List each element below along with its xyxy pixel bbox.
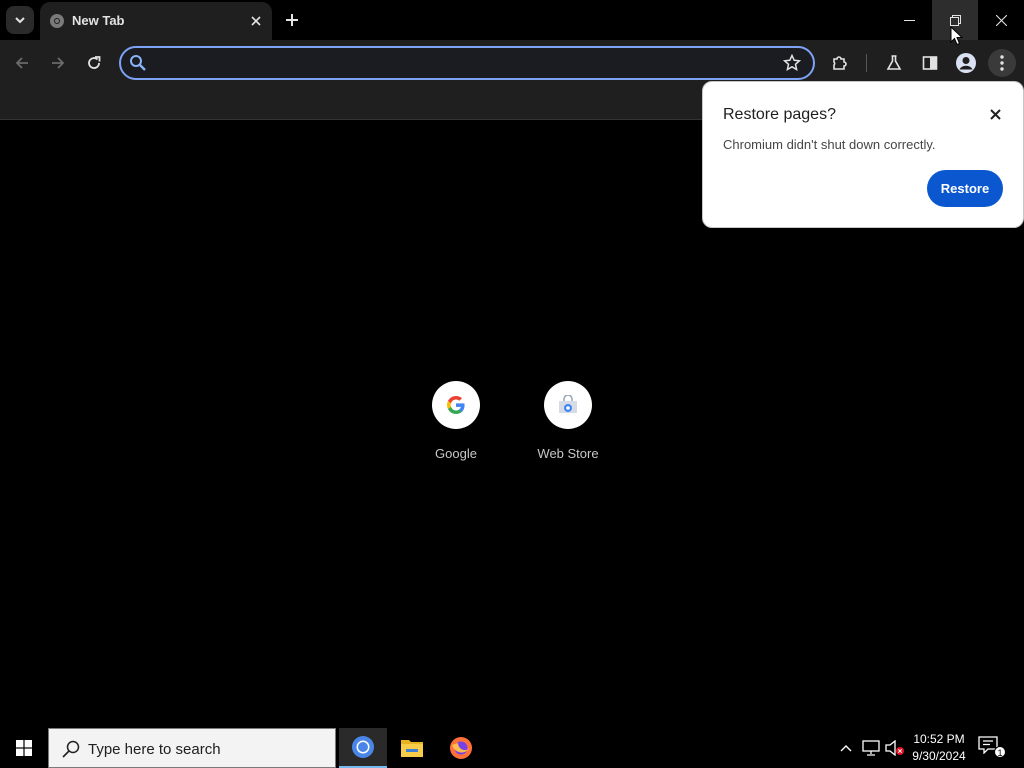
side-panel-icon: [922, 56, 938, 70]
close-window-button[interactable]: [978, 0, 1024, 40]
close-icon: [995, 14, 1007, 26]
minimize-icon: [903, 19, 915, 21]
dialog-close-button[interactable]: [985, 104, 1005, 124]
windows-logo-icon: [16, 740, 32, 756]
taskbar-app-chromium[interactable]: [339, 728, 387, 768]
toolbar-divider: [866, 54, 867, 72]
more-vert-icon: [1000, 55, 1004, 71]
close-icon: [251, 16, 261, 26]
avatar-icon: [956, 53, 976, 73]
volume-button[interactable]: [884, 728, 906, 768]
clock-date: 9/30/2024: [912, 749, 966, 763]
tab-new-tab[interactable]: New Tab: [40, 2, 272, 40]
clock-time: 10:52 PM: [913, 732, 965, 746]
shortcut-google[interactable]: Google: [400, 381, 512, 471]
profile-button[interactable]: [952, 49, 980, 77]
taskbar-clock[interactable]: 10:52 PM 9/30/2024: [906, 731, 972, 767]
tab-strip: New Tab: [0, 0, 1024, 40]
search-icon: [62, 740, 80, 758]
browser-toolbar: [0, 40, 1024, 86]
search-icon: [130, 55, 146, 71]
extensions-button[interactable]: [826, 49, 854, 77]
taskbar-search-box[interactable]: Type here to search: [48, 728, 336, 768]
side-panel-button[interactable]: [916, 49, 944, 77]
chevron-down-icon: [15, 17, 25, 24]
shortcut-label: Google: [435, 446, 477, 461]
show-hidden-icons-button[interactable]: [836, 728, 856, 768]
firefox-icon: [450, 737, 472, 759]
tab-close-button[interactable]: [246, 11, 266, 31]
back-button[interactable]: [8, 49, 36, 77]
menu-button[interactable]: [988, 49, 1016, 77]
plus-icon: [286, 14, 298, 26]
taskbar-search-placeholder: Type here to search: [88, 741, 221, 758]
web-store-icon: [544, 381, 592, 429]
address-bar[interactable]: [119, 46, 815, 80]
network-button[interactable]: [860, 728, 882, 768]
address-input[interactable]: [155, 53, 775, 73]
tab-title: New Tab: [72, 13, 125, 28]
tab-search-button[interactable]: [6, 6, 34, 34]
start-button[interactable]: [0, 728, 48, 768]
network-icon: [862, 740, 880, 756]
windows-taskbar: Type here to search 10:52 PM 9/30/2024 1: [0, 728, 1024, 768]
reload-icon: [88, 56, 101, 69]
dialog-message: Chromium didn't shut down correctly.: [723, 137, 936, 152]
reload-button[interactable]: [80, 49, 108, 77]
volume-muted-icon: [885, 740, 904, 756]
puzzle-piece-icon: [833, 56, 847, 70]
restore-pages-dialog: Restore pages? Chromium didn't shut down…: [702, 81, 1024, 228]
shortcut-web-store[interactable]: Web Store: [512, 381, 624, 471]
flask-icon: [886, 55, 902, 70]
shortcut-label: Web Store: [537, 446, 599, 461]
forward-button[interactable]: [44, 49, 72, 77]
notification-count-badge: 1: [994, 746, 1006, 758]
labs-button[interactable]: [880, 49, 908, 77]
taskbar-app-file-explorer[interactable]: [388, 728, 436, 768]
back-arrow-icon: [15, 57, 28, 69]
file-explorer-icon: [401, 740, 423, 757]
forward-arrow-icon: [52, 57, 65, 69]
restore-window-icon: [949, 14, 961, 26]
chromium-icon: [352, 736, 374, 758]
mouse-cursor-icon: [950, 26, 964, 46]
new-tab-button[interactable]: [280, 8, 304, 32]
restore-button[interactable]: Restore: [927, 170, 1003, 207]
bookmark-star-icon[interactable]: [783, 54, 801, 72]
action-center-button[interactable]: 1: [978, 736, 1006, 760]
taskbar-app-firefox[interactable]: [437, 728, 485, 768]
globe-icon: [50, 14, 64, 28]
minimize-button[interactable]: [886, 0, 932, 40]
google-g-icon: [432, 381, 480, 429]
dialog-title: Restore pages?: [723, 106, 836, 123]
chevron-up-icon: [840, 745, 852, 752]
close-icon: [989, 108, 1001, 120]
